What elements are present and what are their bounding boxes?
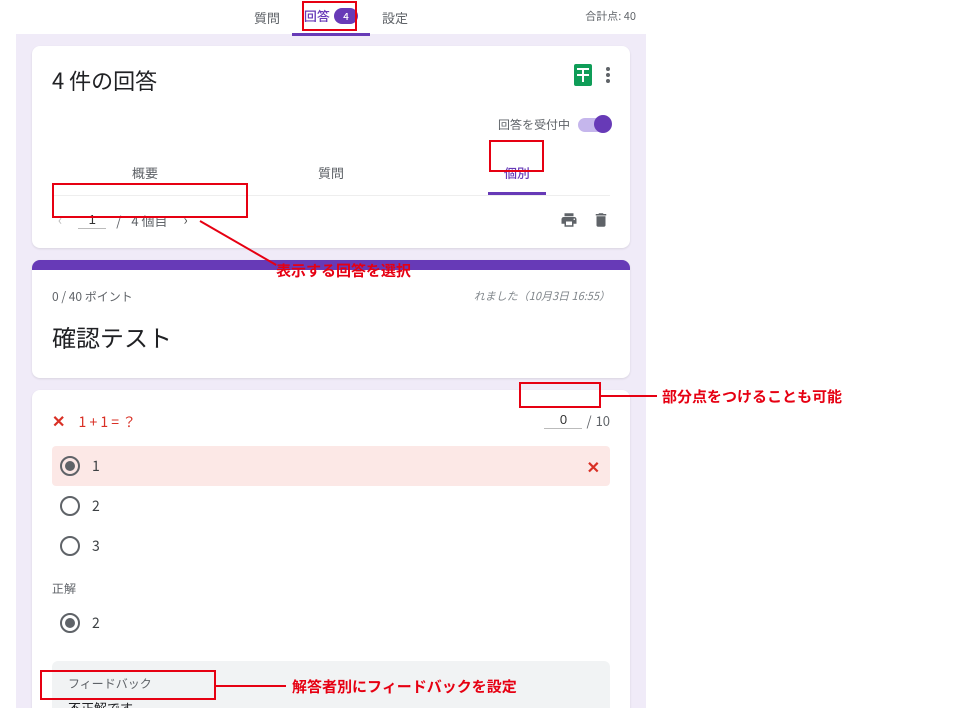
tab-questions[interactable]: 質問 — [242, 0, 292, 35]
radio-icon — [60, 536, 80, 556]
option-2: 2 — [52, 486, 610, 526]
score-max: 10 — [596, 411, 610, 430]
response-pager: ‹ / 4 個目 › — [52, 206, 194, 234]
subtab-individual[interactable]: 個別 — [488, 153, 546, 195]
annot-per-responder-fb: 解答者別にフィードバックを設定 — [292, 676, 517, 697]
tab-settings[interactable]: 設定 — [370, 0, 420, 35]
accepting-label: 回答を受付中 — [498, 116, 570, 133]
pager-current-input[interactable] — [78, 211, 106, 229]
option-label: 2 — [92, 496, 100, 516]
top-tabs: 質問 回答 4 設定 合計点: 40 — [16, 0, 646, 34]
correct-label: 正解 — [52, 580, 610, 597]
pager-total: 4 個目 — [131, 211, 167, 230]
chevron-right-icon[interactable]: › — [177, 206, 193, 234]
annot-line-score — [601, 395, 657, 397]
question-card: ✕ 1 + 1 = ？ / 10 1 ✕ 2 3 — [32, 390, 630, 708]
annot-partial-score: 部分点をつけることも可能 — [662, 386, 842, 407]
option-1: 1 ✕ — [52, 446, 610, 486]
tab-responses[interactable]: 回答 4 — [292, 0, 370, 36]
total-points: 合計点: 40 — [585, 8, 636, 24]
option-3: 3 — [52, 526, 610, 566]
pager-sep: / — [116, 211, 121, 230]
correct-answer: 2 — [92, 613, 100, 633]
incorrect-x-icon: ✕ — [52, 408, 65, 432]
subtab-summary[interactable]: 概要 — [116, 153, 174, 195]
score-sep: / — [586, 411, 591, 430]
score-input[interactable] — [544, 411, 582, 429]
tab-responses-label: 回答 — [304, 6, 330, 25]
radio-icon — [60, 496, 80, 516]
chevron-left-icon[interactable]: ‹ — [52, 206, 68, 234]
responses-subtabs: 概要 質問 個別 — [52, 153, 610, 195]
responses-card: 4 件の回答 回答を受付中 概要 質問 個別 ‹ / — [32, 46, 630, 248]
feedback-body: 不正解です。 — [68, 698, 594, 708]
option-label: 3 — [92, 536, 100, 556]
accepting-toggle[interactable] — [578, 118, 610, 132]
print-icon[interactable] — [560, 211, 578, 229]
submitted-time: れました（10月3日 16:55） — [474, 288, 610, 305]
annot-line-feedback — [216, 685, 286, 687]
radio-icon — [60, 456, 80, 476]
subtab-question[interactable]: 質問 — [302, 153, 360, 195]
trash-icon[interactable] — [592, 211, 610, 229]
form-title: 確認テスト — [52, 319, 610, 354]
annot-select-response: 表示する回答を選択 — [276, 260, 411, 281]
kebab-icon[interactable] — [606, 67, 610, 83]
responses-count-badge: 4 — [334, 8, 358, 24]
question-text: 1 + 1 = ？ — [79, 412, 137, 432]
score-box: / 10 — [544, 411, 610, 430]
wrong-x-icon: ✕ — [587, 454, 600, 478]
option-label: 1 — [92, 456, 100, 476]
sheets-icon[interactable] — [574, 64, 592, 86]
responses-title: 4 件の回答 — [52, 64, 157, 96]
score-summary: 0 / 40 ポイント — [52, 288, 133, 305]
radio-icon — [60, 613, 80, 633]
correct-option: 2 — [52, 603, 610, 643]
